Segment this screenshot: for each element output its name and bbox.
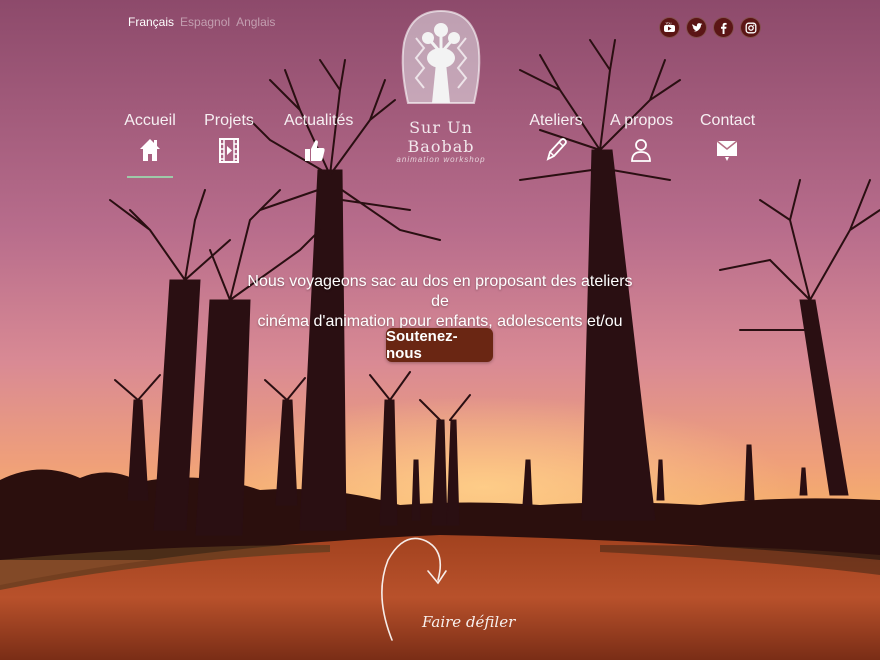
nav-accueil[interactable]: Accueil [124,112,176,163]
youtube-icon[interactable]: You [659,17,680,38]
pencil-icon [546,138,567,161]
nav-a-propos[interactable]: A propos [610,112,674,163]
twitter-icon[interactable] [686,17,707,38]
nav-accueil-label: Accueil [124,112,176,129]
user-icon [631,139,651,162]
nav-active-indicator [127,176,173,178]
nav-a-propos-label: A propos [610,112,674,129]
support-us-button[interactable]: Soutenez-nous [386,328,493,362]
nav-projets[interactable]: Projets [204,112,254,163]
home-icon [140,139,160,161]
social-links: You [659,17,761,38]
nav-ateliers-label: Ateliers [529,112,583,129]
hero-tagline-line1: Nous voyageons sac au dos en proposant d… [247,273,633,310]
language-switcher: Français Espagnol Anglais [128,15,275,29]
nav-contact-label: Contact [700,112,756,129]
logo-subtitle: animation workshop [396,155,486,164]
facebook-icon[interactable] [713,17,734,38]
language-espagnol[interactable]: Espagnol [180,15,230,29]
nav-actualites-label: Actualités [284,112,354,129]
site-logo[interactable]: Sur Un Baobab animation workshop [386,8,496,168]
nav-projets-label: Projets [204,112,254,129]
mail-icon [716,140,738,161]
scroll-down-control[interactable]: Faire défiler [376,535,515,645]
baobab-logo-icon [401,9,481,104]
nav-contact[interactable]: Contact [700,112,756,163]
film-icon [219,138,239,163]
logo-title: Sur Un Baobab [407,118,475,156]
language-anglais[interactable]: Anglais [236,15,275,29]
language-francais[interactable]: Français [128,15,174,29]
instagram-icon[interactable] [740,17,761,38]
youtube-text: You [666,22,672,26]
nav-ateliers[interactable]: Ateliers [528,112,584,163]
nav-actualites[interactable]: Actualités [284,112,354,163]
scroll-label: Faire défiler [422,613,516,631]
thumbs-up-icon [305,140,325,161]
